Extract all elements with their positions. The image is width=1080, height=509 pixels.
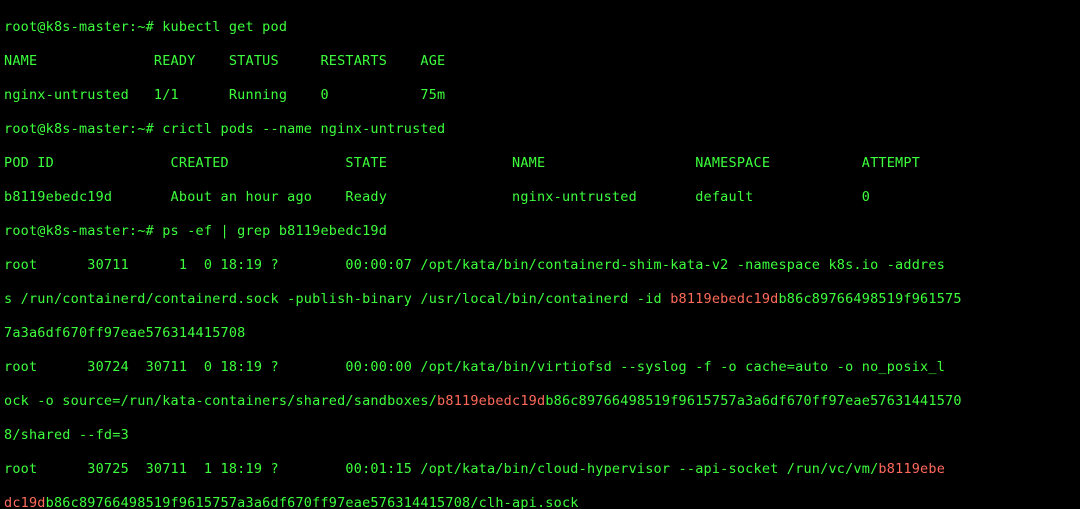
terminal[interactable]: root@k8s-master:~# kubectl get pod NAME … — [0, 0, 1080, 509]
output-line: POD ID CREATED STATE NAME NAMESPACE ATTE… — [4, 155, 1076, 172]
output-line: 7a3a6df670ff97eae576314415708 — [4, 325, 1076, 342]
output-line: s /run/containerd/containerd.sock -publi… — [4, 291, 1076, 308]
command: kubectl get pod — [162, 19, 287, 35]
output-line: ock -o source=/run/kata-containers/share… — [4, 393, 1076, 410]
output-line: nginx-untrusted 1/1 Running 0 75m — [4, 87, 1076, 104]
shell-prompt: root@k8s-master:~# — [4, 121, 162, 137]
grep-match: b8119ebedc19d — [437, 393, 545, 409]
output-line: 8/shared --fd=3 — [4, 427, 1076, 444]
output-line: root 30724 30711 0 18:19 ? 00:00:00 /opt… — [4, 359, 1076, 376]
line: root@k8s-master:~# ps -ef | grep b8119eb… — [4, 223, 1076, 240]
line: root@k8s-master:~# crictl pods --name ng… — [4, 121, 1076, 138]
grep-match: b8119ebe — [878, 461, 945, 477]
output-line: dc19db86c89766498519f9615757a3a6df670ff9… — [4, 495, 1076, 509]
grep-match: b8119ebedc19d — [670, 291, 778, 307]
output-line: b8119ebedc19d About an hour ago Ready ng… — [4, 189, 1076, 206]
shell-prompt: root@k8s-master:~# — [4, 223, 162, 239]
output-line: root 30711 1 0 18:19 ? 00:00:07 /opt/kat… — [4, 257, 1076, 274]
output-line: root 30725 30711 1 18:19 ? 00:01:15 /opt… — [4, 461, 1076, 478]
output-line: NAME READY STATUS RESTARTS AGE — [4, 53, 1076, 70]
shell-prompt: root@k8s-master:~# — [4, 19, 162, 35]
grep-match: dc19d — [4, 495, 46, 509]
command: ps -ef | grep b8119ebedc19d — [162, 223, 387, 239]
command: crictl pods --name nginx-untrusted — [162, 121, 445, 137]
line: root@k8s-master:~# kubectl get pod — [4, 19, 1076, 36]
